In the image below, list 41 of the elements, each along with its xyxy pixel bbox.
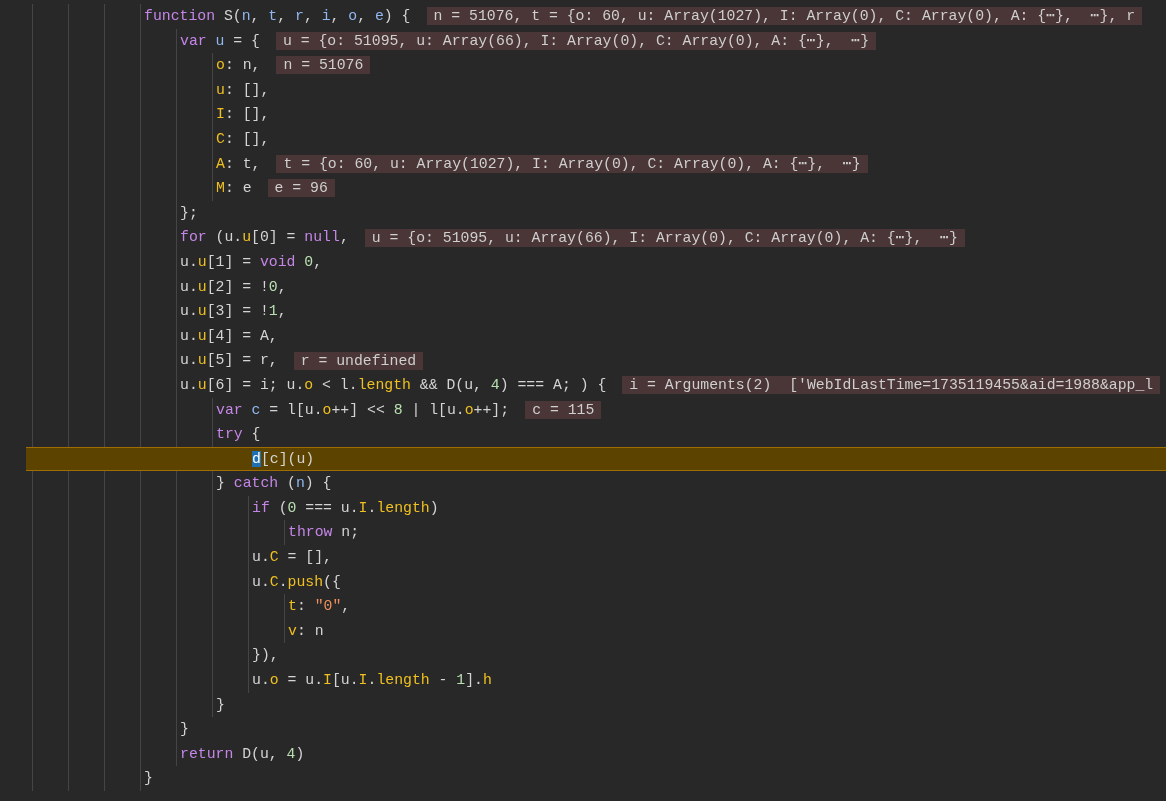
code-text: }),: [252, 646, 279, 666]
code-text: C: [],: [216, 129, 270, 149]
inline-value: c = 115: [525, 400, 602, 419]
code-text: u.o = u.I[u.I.length - 1].h: [252, 671, 492, 691]
code-text: throw n;: [288, 523, 360, 543]
code-text: var c = l[u.o++] << 8 | l[u.o++];: [216, 400, 510, 420]
code-text: M: e: [216, 179, 252, 199]
code-text: A: t,: [216, 154, 261, 174]
code-text: var u = {: [180, 31, 260, 51]
inline-value: r = undefined: [293, 351, 424, 370]
code-text: u.u[6] = i; u.o < l.length && D(u, 4) === A; ) {: [180, 375, 607, 395]
code-text: t: "0",: [288, 597, 351, 617]
code-text: if (0 === u.I.length): [252, 498, 439, 518]
code-text: I: [],: [216, 105, 270, 125]
code-text: u: [],: [216, 80, 270, 100]
code-text: u.u[3] = !1,: [180, 302, 287, 322]
code-text: u.C.push({: [252, 572, 341, 592]
code-text: }: [144, 769, 153, 789]
code-text: u.u[1] = void 0,: [180, 252, 323, 272]
inline-value: u = {o: 51095, u: Array(66), I: Array(0), C: Array(0), A: {⋯}, ⋯}: [275, 31, 877, 50]
code-text: u.u[4] = A,: [180, 326, 278, 346]
code-text: }: [216, 695, 225, 715]
code-text: }: [180, 720, 189, 740]
code-text: d[c](u): [252, 449, 315, 469]
inline-value: u = {o: 51095, u: Array(66), I: Array(0), C: Array(0), A: {⋯}, ⋯}: [364, 228, 965, 247]
code-text: return D(u, 4): [180, 744, 305, 764]
inline-value: n = 51076: [276, 56, 371, 75]
code-text: u.u[5] = r,: [180, 351, 278, 371]
inline-value: i = Arguments(2) ['WebIdLastTime=1735119455&aid=1988&app_l: [622, 376, 1161, 395]
code-text: u.u[2] = !0,: [180, 277, 287, 297]
inline-value: t = {o: 60, u: Array(1027), I: Array(0), C: Array(0), A: {⋯}, ⋯}: [276, 154, 868, 173]
code-text: o: n,: [216, 56, 261, 76]
code-text: } catch (n) {: [216, 474, 332, 494]
code-text: };: [180, 203, 198, 223]
inline-value: e = 96: [267, 179, 335, 198]
code-text: u.C = [],: [252, 548, 332, 568]
code-text: v: n: [288, 621, 324, 641]
code-text: for (u.u[0] = null,: [180, 228, 349, 248]
inline-value: n = 51076, t = {o: 60, u: Array(1027), I: Array(0), C: Array(0), A: {⋯}, ⋯}, r: [426, 7, 1143, 26]
code-text: try {: [216, 425, 261, 445]
code-text: function S(n, t, r, i, o, e) {: [144, 7, 411, 26]
